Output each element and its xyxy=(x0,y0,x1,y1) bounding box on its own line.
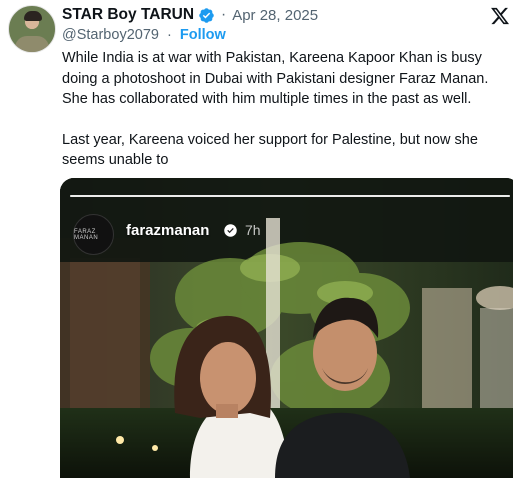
story-verified-icon xyxy=(224,224,237,237)
story-avatar: FARAZ MANAN xyxy=(73,214,114,255)
follow-button[interactable]: Follow xyxy=(180,27,226,43)
story-username: farazmanan xyxy=(126,222,210,239)
author-display-name[interactable]: STAR Boy TARUN xyxy=(62,6,194,24)
tweet-paragraph: While India is at war with Pakistan, Kar… xyxy=(62,50,489,108)
verified-badge-icon xyxy=(199,7,214,23)
header-separator: · xyxy=(221,6,227,23)
author-handle[interactable]: @Starboy2079 xyxy=(62,27,159,43)
avatar-hair xyxy=(24,11,42,21)
tweet-text: While India is at war with Pakistan, Kar… xyxy=(62,48,510,171)
tweet-paragraph: Last year, Kareena voiced her support fo… xyxy=(62,131,478,169)
tweet-media-image[interactable]: FARAZ MANAN farazmanan 7h xyxy=(60,178,513,478)
handle-line: @Starboy2079 · Follow xyxy=(62,27,226,43)
story-progress-fill xyxy=(70,195,510,197)
x-logo-icon[interactable] xyxy=(490,6,510,26)
avatar-shirt xyxy=(15,36,49,52)
story-time: 7h xyxy=(245,222,261,238)
handle-separator: · xyxy=(166,27,172,43)
tweet-header: STAR Boy TARUN · Apr 28, 2025 xyxy=(62,4,318,26)
story-progress-bar xyxy=(70,195,510,197)
author-avatar[interactable] xyxy=(8,5,56,53)
tweet-date[interactable]: Apr 28, 2025 xyxy=(232,7,318,24)
